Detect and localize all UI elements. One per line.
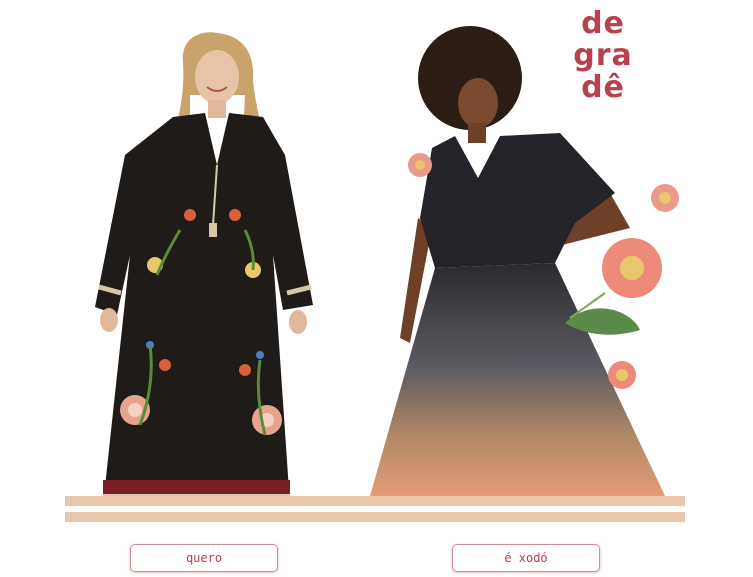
leaf-icon <box>565 292 640 335</box>
headline: de gra dê <box>558 8 648 104</box>
headline-line-1: de <box>581 6 625 41</box>
quero-button-label: quero <box>185 551 223 565</box>
banner: de gra dê quero é xodó <box>0 0 753 577</box>
xodo-button[interactable]: é xodó <box>452 544 600 572</box>
product-photo-floral-dress[interactable] <box>95 25 335 505</box>
headline-line-3: dê <box>581 70 625 105</box>
xodo-button-label: é xodó <box>504 551 548 565</box>
quero-button[interactable]: quero <box>130 544 278 572</box>
headline-line-2: gra <box>573 38 633 73</box>
divider-stripe-top <box>65 496 685 506</box>
divider-stripe-bottom <box>65 512 685 522</box>
